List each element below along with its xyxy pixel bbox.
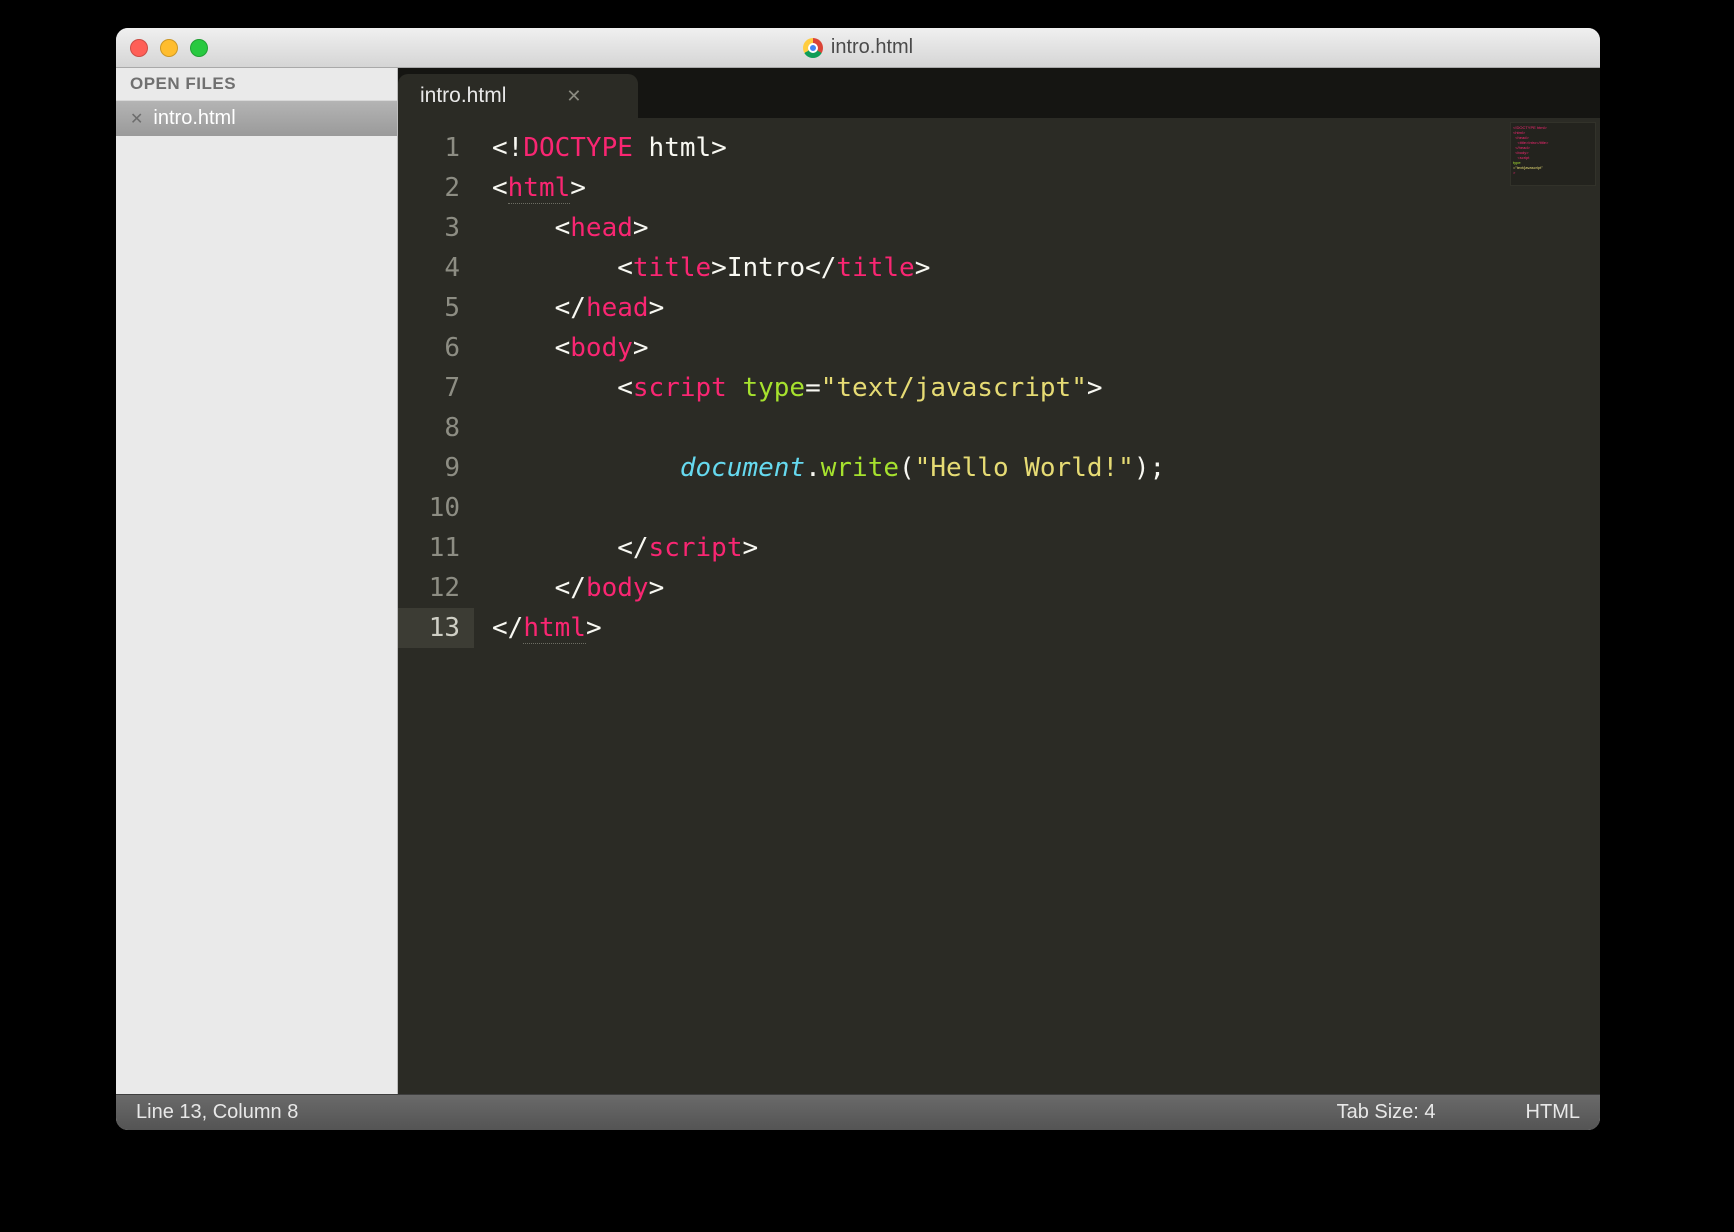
code-line[interactable] <box>492 488 1600 528</box>
open-file-name: intro.html <box>153 107 235 130</box>
traffic-lights <box>130 39 208 57</box>
minimap[interactable]: <!DOCTYPE html> <html> <head> <title>Int… <box>1510 122 1596 186</box>
current-line-highlight <box>474 608 1600 648</box>
zoom-window-button[interactable] <box>190 39 208 57</box>
line-number: 7 <box>398 368 474 408</box>
minimize-window-button[interactable] <box>160 39 178 57</box>
line-number: 6 <box>398 328 474 368</box>
close-file-icon[interactable]: ✕ <box>130 109 143 129</box>
code-line[interactable]: <title>Intro</title> <box>492 248 1600 288</box>
tab-label: intro.html <box>420 84 506 108</box>
line-number: 1 <box>398 128 474 168</box>
code-line[interactable]: </script> <box>492 528 1600 568</box>
code-line[interactable]: </head> <box>492 288 1600 328</box>
window-title-text: intro.html <box>831 36 913 59</box>
code-line[interactable]: <head> <box>492 208 1600 248</box>
status-syntax[interactable]: HTML <box>1526 1101 1580 1124</box>
line-number: 11 <box>398 528 474 568</box>
line-number: 4 <box>398 248 474 288</box>
code-line[interactable]: <!DOCTYPE html> <box>492 128 1600 168</box>
sidebar: OPEN FILES ✕ intro.html <box>116 68 398 1094</box>
tab-bar: intro.html ✕ <box>398 68 1600 118</box>
line-number: 9 <box>398 448 474 488</box>
sidebar-header: OPEN FILES <box>116 68 397 101</box>
chrome-icon <box>803 38 823 58</box>
status-cursor-position[interactable]: Line 13, Column 8 <box>136 1101 298 1124</box>
code-content[interactable]: <!DOCTYPE html><html> <head> <title>Intr… <box>474 118 1600 1094</box>
code-line[interactable]: </html> <box>492 608 1600 648</box>
line-number-gutter: 12345678910111213 <box>398 118 474 1094</box>
line-number: 8 <box>398 408 474 448</box>
code-line[interactable]: <body> <box>492 328 1600 368</box>
status-bar: Line 13, Column 8 Tab Size: 4 HTML <box>116 1094 1600 1130</box>
window-title: intro.html <box>116 36 1600 59</box>
editor[interactable]: 12345678910111213 <!DOCTYPE html><html> … <box>398 118 1600 1094</box>
status-tab-size[interactable]: Tab Size: 4 <box>1337 1101 1436 1124</box>
open-file-item[interactable]: ✕ intro.html <box>116 101 397 136</box>
code-line[interactable]: document.write("Hello World!"); <box>492 448 1600 488</box>
close-window-button[interactable] <box>130 39 148 57</box>
code-line[interactable] <box>492 408 1600 448</box>
line-number: 3 <box>398 208 474 248</box>
line-number: 13 <box>398 608 474 648</box>
line-number: 10 <box>398 488 474 528</box>
tab-intro[interactable]: intro.html ✕ <box>398 74 638 118</box>
app-window: intro.html OPEN FILES ✕ intro.html intro… <box>116 28 1600 1130</box>
code-line[interactable]: <html> <box>492 168 1600 208</box>
code-line[interactable]: </body> <box>492 568 1600 608</box>
titlebar[interactable]: intro.html <box>116 28 1600 68</box>
line-number: 12 <box>398 568 474 608</box>
code-line[interactable]: <script type="text/javascript"> <box>492 368 1600 408</box>
editor-area: intro.html ✕ 12345678910111213 <!DOCTYPE… <box>398 68 1600 1094</box>
tab-close-icon[interactable]: ✕ <box>566 86 581 107</box>
line-number: 5 <box>398 288 474 328</box>
line-number: 2 <box>398 168 474 208</box>
